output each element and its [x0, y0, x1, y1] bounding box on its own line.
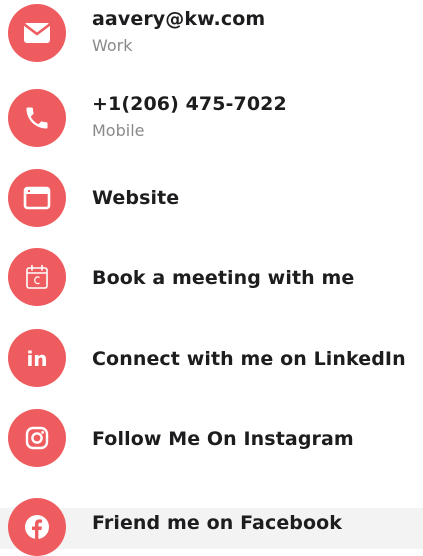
instagram-icon — [8, 409, 66, 467]
linkedin-link: Connect with me on LinkedIn — [92, 348, 406, 370]
instagram-row[interactable]: Follow Me On Instagram — [0, 406, 423, 470]
calendar-icon — [8, 248, 66, 306]
facebook-row[interactable]: Friend me on Facebook — [0, 490, 423, 556]
instagram-link: Follow Me On Instagram — [92, 428, 354, 450]
website-icon — [8, 169, 66, 227]
facebook-icon — [8, 498, 66, 556]
phone-type: Mobile — [92, 121, 145, 140]
website-row[interactable]: Website — [0, 166, 423, 230]
email-address: aavery@kw.com — [92, 8, 266, 30]
website-link: Website — [92, 187, 180, 209]
book-meeting-link: Book a meeting with me — [92, 267, 355, 289]
linkedin-icon: in — [8, 329, 66, 387]
facebook-link: Friend me on Facebook — [92, 512, 343, 534]
contact-list: aavery@kw.com Work +1(206) 475-7022 Mobi… — [0, 0, 423, 556]
email-icon — [8, 4, 66, 62]
email-row[interactable]: aavery@kw.com Work — [0, 0, 423, 70]
linkedin-row[interactable]: in Connect with me on LinkedIn — [0, 326, 423, 390]
email-type: Work — [92, 36, 133, 55]
phone-row[interactable]: +1(206) 475-7022 Mobile — [0, 82, 423, 154]
phone-number: +1(206) 475-7022 — [92, 93, 287, 115]
svg-text:in: in — [26, 347, 47, 371]
phone-icon — [8, 89, 66, 147]
book-meeting-row[interactable]: Book a meeting with me — [0, 246, 423, 310]
